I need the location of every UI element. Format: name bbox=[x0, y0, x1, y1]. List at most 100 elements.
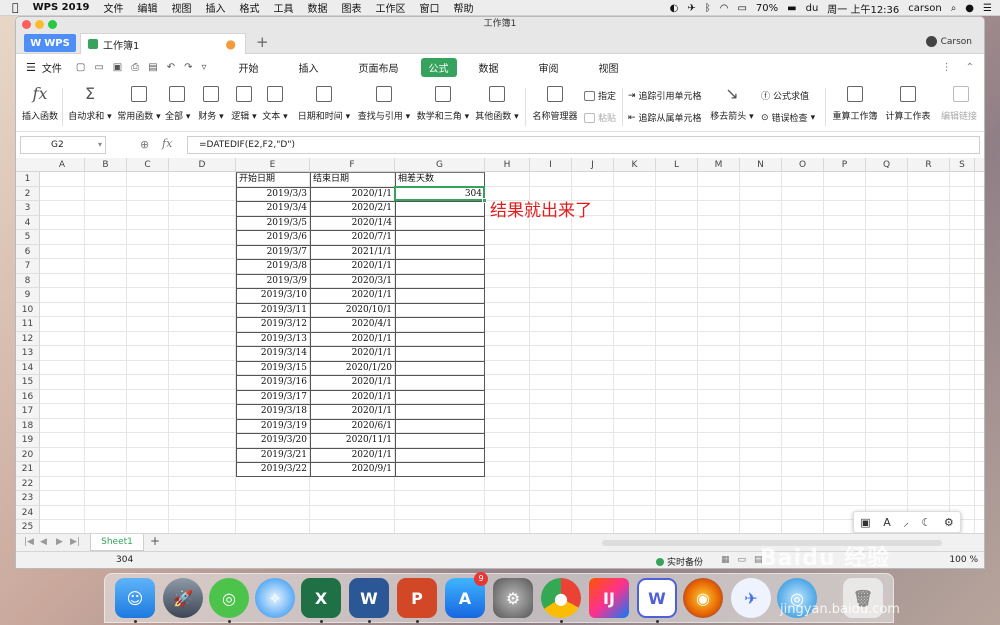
lookup-functions-button[interactable]: 查找与引用 ▾ bbox=[356, 84, 412, 122]
bluetooth-icon[interactable]: ᛒ bbox=[705, 3, 711, 14]
row-header-12[interactable]: 12 bbox=[16, 331, 40, 346]
menu-help[interactable]: 帮助 bbox=[453, 0, 473, 15]
row-header-16[interactable]: 16 bbox=[16, 389, 40, 404]
start-date-cell[interactable]: 2019/3/18 bbox=[236, 404, 310, 419]
wps-home-tab[interactable]: W WPS bbox=[24, 34, 76, 52]
apple-icon[interactable]:  bbox=[12, 1, 19, 14]
tool-icon[interactable]: ⸝ bbox=[903, 515, 909, 530]
end-date-cell[interactable]: 2020/11/1 bbox=[310, 433, 395, 448]
minimize-window-button[interactable] bbox=[35, 20, 44, 29]
menu-edit[interactable]: 编辑 bbox=[137, 0, 157, 15]
end-date-cell[interactable]: 2020/6/1 bbox=[310, 419, 395, 434]
end-date-cell[interactable]: 2020/1/1 bbox=[310, 448, 395, 463]
finance-functions-button[interactable]: 财务 ▾ bbox=[198, 84, 224, 122]
row-header-18[interactable]: 18 bbox=[16, 418, 40, 433]
end-date-cell[interactable]: 2020/9/1 bbox=[310, 462, 395, 477]
new-doc-icon[interactable]: ▢ bbox=[76, 62, 85, 73]
column-header-f[interactable]: F bbox=[310, 158, 395, 172]
edit-links-button[interactable]: 编辑链接 bbox=[941, 84, 981, 122]
menu-tools[interactable]: 工具 bbox=[273, 0, 293, 15]
start-date-cell[interactable]: 2019/3/22 bbox=[236, 462, 310, 477]
end-date-cell[interactable]: 2020/1/1 bbox=[310, 375, 395, 390]
all-functions-button[interactable]: 全部 ▾ bbox=[165, 84, 190, 122]
workbook-tab[interactable]: 工作簿1 ● bbox=[80, 33, 246, 54]
collapse-ribbon-icon[interactable]: ⌃ bbox=[966, 62, 974, 73]
text-functions-button[interactable]: 文本 ▾ bbox=[262, 84, 288, 122]
wechat-status-icon[interactable]: ◐ bbox=[670, 3, 679, 14]
row-header-6[interactable]: 6 bbox=[16, 244, 40, 259]
zoom-icon[interactable]: ⊕ bbox=[140, 138, 149, 151]
datetime-functions-button[interactable]: 日期和时间 ▾ bbox=[296, 84, 352, 122]
end-date-cell[interactable]: 2020/1/1 bbox=[310, 390, 395, 405]
remove-arrows-button[interactable]: ↘ 移去箭头 ▾ bbox=[710, 84, 754, 122]
evaluate-formula-button[interactable]: ⓕ 公式求值 bbox=[761, 89, 809, 102]
trace-precedents-button[interactable]: ⇥ 追踪引用单元格 bbox=[628, 89, 702, 103]
search-icon[interactable]: ⌕ bbox=[951, 3, 957, 14]
column-header-d[interactable]: D bbox=[169, 158, 236, 172]
header-end-date[interactable]: 结束日期 bbox=[310, 172, 395, 187]
tab-home[interactable]: 开始 bbox=[231, 58, 267, 77]
tab-data[interactable]: 数据 bbox=[471, 58, 507, 77]
autosum-button[interactable]: Σ 自动求和 ▾ bbox=[68, 84, 112, 122]
menu-chart[interactable]: 图表 bbox=[341, 0, 361, 15]
tab-review[interactable]: 审阅 bbox=[531, 58, 567, 77]
insert-function-button[interactable]: fx 插入函数 bbox=[22, 84, 58, 122]
start-date-cell[interactable]: 2019/3/9 bbox=[236, 274, 310, 289]
row-header-22[interactable]: 22 bbox=[16, 476, 40, 491]
row-header-21[interactable]: 21 bbox=[16, 462, 40, 477]
fx-icon[interactable]: fx bbox=[162, 137, 172, 150]
column-header-s[interactable]: S bbox=[950, 158, 975, 172]
chevron-down-icon[interactable]: ▾ bbox=[98, 137, 102, 153]
row-header-4[interactable]: 4 bbox=[16, 215, 40, 230]
open-icon[interactable]: ▭ bbox=[94, 62, 103, 73]
header-start-date[interactable]: 开始日期 bbox=[236, 172, 310, 187]
start-date-cell[interactable]: 2019/3/16 bbox=[236, 375, 310, 390]
column-header-k[interactable]: K bbox=[614, 158, 656, 172]
first-sheet-icon[interactable]: |◀ bbox=[24, 537, 34, 547]
print-preview-icon[interactable]: ▤ bbox=[148, 62, 157, 73]
font-icon[interactable]: A bbox=[883, 516, 891, 529]
assign-button[interactable]: 指定 bbox=[584, 89, 616, 102]
calculate-sheet-button[interactable]: 计算工作表 bbox=[884, 84, 932, 122]
print-icon[interactable]: ⎙ bbox=[131, 62, 139, 73]
selected-cell-g2[interactable] bbox=[394, 185, 487, 203]
menubar-user[interactable]: carson bbox=[908, 3, 941, 14]
start-date-cell[interactable]: 2019/3/19 bbox=[236, 419, 310, 434]
header-days-diff[interactable]: 相差天数 bbox=[395, 172, 485, 187]
menu-view[interactable]: 视图 bbox=[171, 0, 191, 15]
last-sheet-icon[interactable]: ▶| bbox=[70, 537, 80, 547]
column-header-m[interactable]: M bbox=[698, 158, 740, 172]
start-date-cell[interactable]: 2019/3/21 bbox=[236, 448, 310, 463]
new-tab-button[interactable]: + bbox=[256, 33, 269, 51]
end-date-cell[interactable]: 2020/1/1 bbox=[310, 259, 395, 274]
column-header-i[interactable]: I bbox=[530, 158, 572, 172]
toolbox-icon[interactable]: ▣ bbox=[860, 516, 870, 529]
start-date-cell[interactable]: 2019/3/15 bbox=[236, 361, 310, 376]
redo-icon[interactable]: ↷ bbox=[184, 62, 192, 73]
normal-view-icon[interactable]: ▦ bbox=[721, 555, 730, 565]
start-date-cell[interactable]: 2019/3/8 bbox=[236, 259, 310, 274]
start-date-cell[interactable]: 2019/3/4 bbox=[236, 201, 310, 216]
start-date-cell[interactable]: 2019/3/5 bbox=[236, 216, 310, 231]
zoom-window-button[interactable] bbox=[48, 20, 57, 29]
end-date-cell[interactable]: 2020/1/1 bbox=[310, 187, 395, 202]
input-method-icon[interactable]: du bbox=[806, 3, 819, 14]
siri-icon[interactable]: ● bbox=[965, 3, 974, 14]
menu-insert[interactable]: 插入 bbox=[205, 0, 225, 15]
firefox-icon[interactable]: ◉ bbox=[683, 578, 723, 618]
clock[interactable]: 周一 上午12:36 bbox=[827, 1, 899, 16]
column-header-c[interactable]: C bbox=[127, 158, 169, 172]
logic-functions-button[interactable]: 逻辑 ▾ bbox=[231, 84, 257, 122]
menu-data[interactable]: 数据 bbox=[307, 0, 327, 15]
word-icon[interactable]: W bbox=[349, 578, 389, 618]
realtime-backup-button[interactable]: 实时备份 bbox=[656, 555, 703, 568]
math-functions-button[interactable]: 数学和三角 ▾ bbox=[416, 84, 470, 122]
end-date-cell[interactable]: 2020/1/1 bbox=[310, 288, 395, 303]
column-header-q[interactable]: Q bbox=[866, 158, 908, 172]
menu-format[interactable]: 格式 bbox=[239, 0, 259, 15]
end-date-cell[interactable]: 2020/4/1 bbox=[310, 317, 395, 332]
row-header-23[interactable]: 23 bbox=[16, 491, 40, 506]
column-header-n[interactable]: N bbox=[740, 158, 782, 172]
wifi-icon[interactable]: ◠ bbox=[720, 3, 729, 14]
start-date-cell[interactable]: 2019/3/6 bbox=[236, 230, 310, 245]
